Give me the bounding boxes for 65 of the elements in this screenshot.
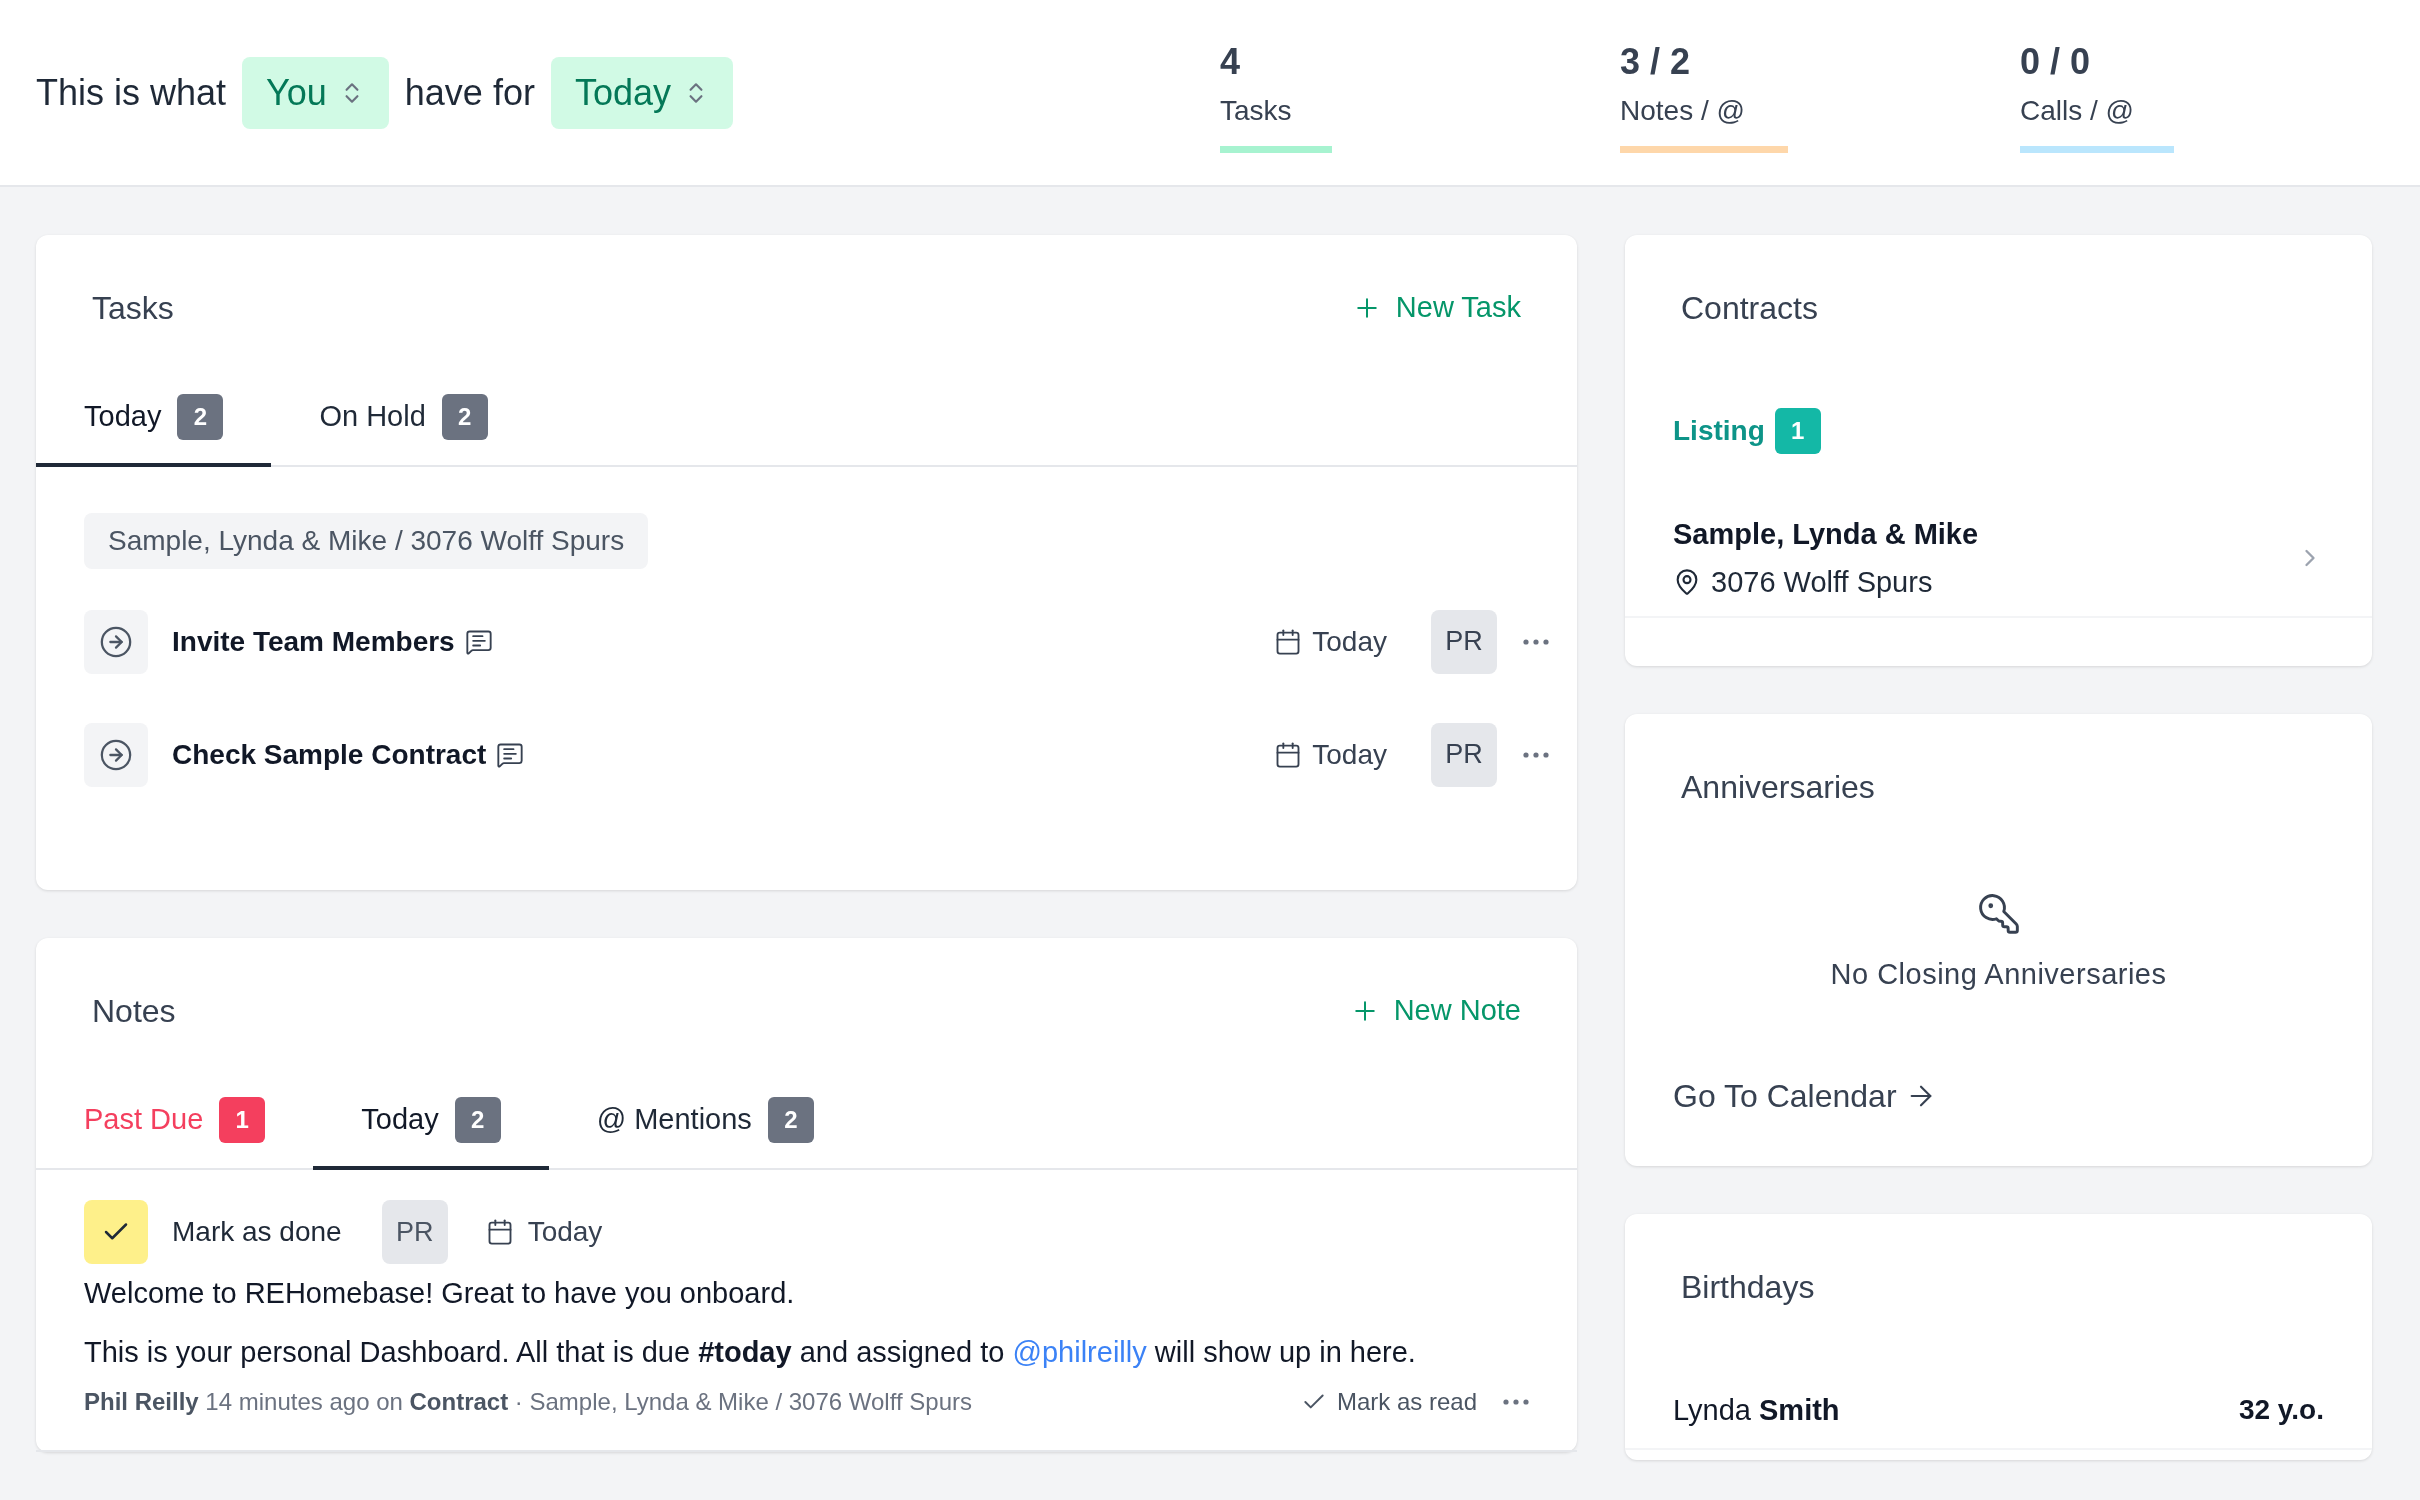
count-badge: 2 bbox=[454, 1097, 501, 1143]
stat-value: 3 / 2 bbox=[1620, 40, 1691, 84]
count-badge: 2 bbox=[767, 1097, 814, 1143]
card-title: Anniversaries bbox=[1681, 768, 1875, 807]
tab[interactable]: @ Mentions 2 bbox=[548, 1074, 862, 1170]
mark-done-checkbox[interactable] bbox=[84, 1200, 148, 1264]
age-text: 32 y.o. bbox=[2238, 1393, 2324, 1427]
tab[interactable]: Today 2 bbox=[36, 371, 272, 467]
card-title: Birthdays bbox=[1681, 1268, 1815, 1307]
note-meta: Phil Reilly 14 minutes ago on Contract · Sample, Lynda & Mike / 3076 Wolff Spurs bbox=[84, 1387, 972, 1417]
assignee-avatar: PR bbox=[1431, 722, 1497, 787]
new-item-button[interactable]: New Note bbox=[1349, 989, 1521, 1033]
tab[interactable]: Today 2 bbox=[313, 1074, 549, 1170]
card-title: Contracts bbox=[1681, 289, 1818, 328]
empty-message: No Closing Anniversaries bbox=[1830, 957, 2167, 992]
stat-value: 4 bbox=[1220, 40, 1241, 84]
due-date: Today bbox=[1312, 624, 1387, 659]
key-icon bbox=[1976, 892, 2021, 936]
contract-chip: Sample, Lynda & Mike / 3076 Wolff Spurs bbox=[84, 513, 649, 569]
card-title: Tasks bbox=[92, 289, 174, 328]
due-date: Today bbox=[1312, 737, 1387, 772]
stat-label: Tasks bbox=[1220, 94, 1292, 128]
arrow-circle-icon bbox=[99, 737, 133, 772]
person-name: Lynda Smith bbox=[1673, 1393, 1840, 1428]
stat-label: Notes / @ bbox=[1620, 94, 1745, 128]
count-badge: 1 bbox=[1774, 408, 1821, 454]
assignee-avatar: PR bbox=[381, 1200, 448, 1264]
contract-row[interactable]: Sample, Lynda & Mike 3076 Wolff Spurs bbox=[1625, 454, 2372, 618]
more-icon bbox=[1503, 1399, 1529, 1405]
period-selector[interactable]: Today bbox=[550, 56, 733, 129]
contract-name: Sample, Lynda & Mike bbox=[1673, 517, 1979, 552]
more-icon bbox=[1523, 751, 1549, 758]
count-badge: 2 bbox=[177, 394, 224, 440]
tab[interactable]: Past Due 1 bbox=[36, 1074, 314, 1170]
task-title[interactable]: Check Sample Contract bbox=[172, 733, 487, 776]
note-text: Welcome to REHomebase! Great to have you onboard. bbox=[84, 1276, 796, 1311]
stat-label: Calls / @ bbox=[2020, 94, 2134, 128]
assignee-avatar: PR bbox=[1431, 609, 1497, 674]
note-text: This is your personal Dashboard. All that is due #today and assigned to @philreilly will show up in here. bbox=[84, 1335, 1417, 1370]
card-title: Notes bbox=[92, 992, 176, 1031]
mark-done-label: Mark as done bbox=[172, 1215, 342, 1249]
contract-address: 3076 Wolff Spurs bbox=[1711, 565, 1933, 600]
count-badge: 2 bbox=[441, 394, 488, 440]
group-label: Listing bbox=[1673, 414, 1765, 448]
tab-label: Past Due bbox=[84, 1102, 204, 1138]
tab-label: Today bbox=[84, 399, 162, 435]
intro-text: This is what bbox=[36, 70, 227, 115]
due-date: Today bbox=[527, 1215, 603, 1249]
stat-value: 0 / 0 bbox=[2020, 40, 2091, 84]
calendar-link[interactable]: Go To Calendar bbox=[1673, 1074, 1937, 1118]
open-task-button[interactable] bbox=[84, 722, 148, 787]
tab-label: Today bbox=[361, 1102, 439, 1138]
mark-read-button[interactable]: Mark as read bbox=[1300, 1384, 1477, 1420]
open-task-button[interactable] bbox=[84, 609, 148, 674]
new-item-button[interactable]: New Task bbox=[1351, 286, 1521, 330]
more-icon bbox=[1523, 638, 1549, 645]
tab[interactable]: On Hold 2 bbox=[271, 371, 536, 467]
connector-text: have for bbox=[404, 70, 535, 115]
tab-label: @ Mentions bbox=[596, 1102, 752, 1138]
task-title[interactable]: Invite Team Members bbox=[172, 620, 455, 663]
person-selector[interactable]: You bbox=[242, 56, 389, 129]
count-badge: 1 bbox=[219, 1097, 266, 1143]
arrow-circle-icon bbox=[99, 624, 133, 659]
mention-link[interactable]: @philreilly bbox=[1012, 1336, 1147, 1368]
tab-label: On Hold bbox=[319, 399, 426, 435]
